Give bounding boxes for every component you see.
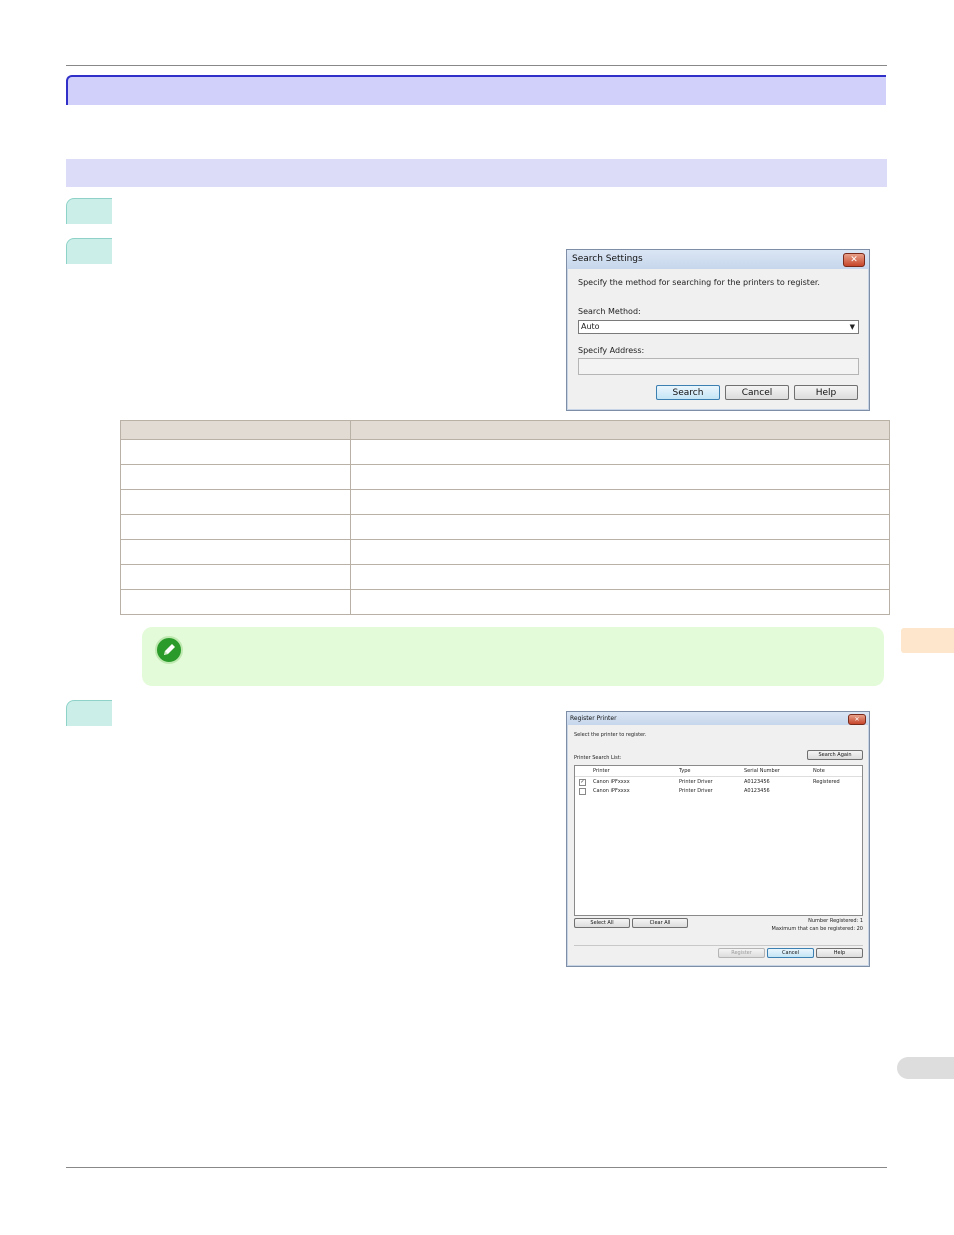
cancel-button[interactable]: Cancel [725,385,789,400]
close-button[interactable]: ✕ [843,253,865,267]
dialog-title: Register Printer [570,715,617,722]
specify-address-input[interactable] [578,358,859,375]
search-method-label: Search Method: [578,307,641,316]
row-checkbox[interactable]: ✓ [579,779,586,786]
table-row [120,489,890,515]
chapter-index-tab[interactable] [901,628,954,653]
step-marker-1 [66,198,112,224]
close-icon: ✕ [850,255,858,265]
table-header-row [120,420,890,440]
table-cell [120,564,351,590]
table-row [120,589,890,615]
table-cell [120,539,351,565]
table-cell [350,514,890,540]
instruction-text: Specify the method for searching for the… [578,278,820,287]
search-settings-dialog: Search Settings ✕ Specify the method for… [566,249,870,411]
table-header-cell [350,420,890,440]
header-rule [66,65,887,66]
clear-all-button[interactable]: Clear All [632,918,688,928]
search-button[interactable]: Search [656,385,720,400]
page-index-tab[interactable] [897,1057,954,1079]
column-header-note[interactable]: Note [813,768,825,774]
settings-table [120,420,890,615]
table-cell [350,439,890,465]
printer-name: Canon iPFxxxx [593,788,630,794]
table-row [120,539,890,565]
serial-number: A0123456 [744,788,770,794]
register-printer-dialog: Register Printer ✕ Select the printer to… [566,711,870,967]
table-cell [350,489,890,515]
printer-name: Canon iPFxxxx [593,779,630,785]
printer-search-list-label: Printer Search List: [574,755,622,761]
note-pencil-icon [155,636,183,664]
column-header-printer[interactable]: Printer [593,768,610,774]
table-header-cell [120,420,351,440]
printer-type: Printer Driver [679,788,713,794]
search-method-select[interactable]: Auto ▼ [578,320,859,334]
number-registered-text: Number Registered: 1 [808,918,863,924]
help-button[interactable]: Help [816,948,863,958]
list-header: Printer Type Serial Number Note [575,766,862,777]
printer-type: Printer Driver [679,779,713,785]
table-cell [350,589,890,615]
table-cell [350,539,890,565]
printer-search-list[interactable]: Printer Type Serial Number Note ✓ Canon … [574,765,863,916]
table-cell [350,564,890,590]
select-all-button[interactable]: Select All [574,918,630,928]
serial-number: A0123456 [744,779,770,785]
row-checkbox[interactable] [579,788,586,795]
max-registered-text: Maximum that can be registered: 20 [771,926,863,932]
check-icon: ✓ [580,779,585,785]
column-header-serial[interactable]: Serial Number [744,768,780,774]
table-cell [120,514,351,540]
table-cell [120,489,351,515]
section-heading-bar [66,159,887,187]
register-button[interactable]: Register [718,948,765,958]
table-cell [350,464,890,490]
dialog-title-bar: Search Settings [567,250,869,269]
help-button[interactable]: Help [794,385,858,400]
footer-rule [66,1167,887,1168]
note-box [142,627,884,686]
table-cell [120,464,351,490]
dropdown-arrow-icon: ▼ [849,323,855,331]
step-marker-2 [66,238,112,264]
table-row [120,464,890,490]
dialog-title: Search Settings [572,254,643,264]
step-marker-3 [66,700,112,726]
search-method-value: Auto [581,322,600,331]
table-row [120,564,890,590]
instruction-text: Select the printer to register. [574,732,647,738]
table-row [120,514,890,540]
divider [574,945,863,946]
close-button[interactable]: ✕ [848,714,866,725]
chapter-title-bar [66,75,886,105]
close-icon: ✕ [854,716,860,723]
dialog-title-bar: Register Printer [567,712,869,725]
table-cell [120,589,351,615]
search-again-button[interactable]: Search Again [807,750,863,760]
table-cell [120,439,351,465]
column-header-type[interactable]: Type [679,768,690,774]
cancel-button[interactable]: Cancel [767,948,814,958]
table-row [120,439,890,465]
specify-address-label: Specify Address: [578,346,645,355]
note-value: Registered [813,779,840,785]
